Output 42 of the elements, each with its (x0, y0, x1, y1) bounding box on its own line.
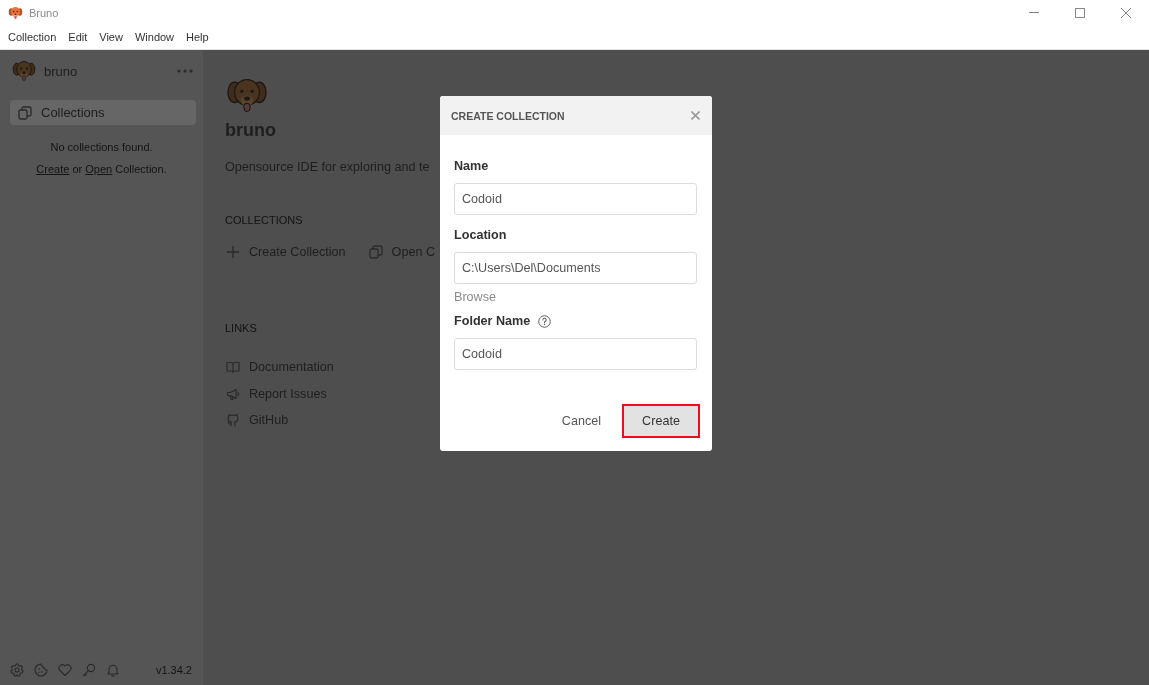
menu-item[interactable]: View (99, 31, 123, 43)
folders-icon (18, 105, 32, 120)
menu-item[interactable]: Window (134, 31, 175, 43)
heart-icon[interactable] (58, 663, 72, 677)
minimize-icon (1029, 12, 1039, 13)
dog-logo-icon (12, 60, 36, 82)
empty-message: No collections found. (49, 140, 154, 155)
field-label: Name (454, 159, 489, 173)
close-icon (691, 111, 700, 120)
empty-hint: Create or Open Collection. (35, 162, 168, 177)
more-icon[interactable] (177, 69, 193, 73)
dialog-title: CREATE COLLECTION (451, 109, 566, 122)
section-heading: COLLECTIONS (225, 213, 303, 227)
text-input-field[interactable]: Codoid (454, 338, 697, 370)
menu-item[interactable]: Help (186, 31, 209, 43)
cancel-button[interactable]: Cancel (561, 404, 601, 438)
help-icon[interactable] (538, 314, 552, 328)
settings-icon[interactable] (10, 663, 24, 677)
cookie-icon[interactable] (34, 663, 48, 677)
folders-icon (368, 245, 383, 259)
maximize-icon (1075, 7, 1085, 18)
github-icon (226, 413, 240, 427)
window-title: Bruno (29, 6, 59, 19)
text-input-field[interactable]: Codoid (454, 183, 697, 215)
book-icon (226, 360, 240, 374)
section-heading: LINKS (225, 321, 257, 335)
dog-logo-icon (8, 5, 23, 20)
browse-link[interactable]: Browse (454, 289, 496, 305)
text-input-field[interactable]: C:\Users\Del\Documents (454, 252, 697, 284)
close-button[interactable] (691, 111, 700, 120)
create-button[interactable]: Create (622, 404, 700, 438)
plus-icon (226, 245, 240, 259)
field-label: Folder Name (454, 314, 531, 328)
bell-icon[interactable] (106, 663, 120, 677)
menu-item[interactable]: Collection (8, 31, 57, 43)
menu-item[interactable]: Edit (68, 31, 88, 43)
megaphone-icon (226, 386, 240, 401)
dog-logo-icon (226, 78, 268, 113)
key-icon[interactable] (82, 663, 96, 677)
version-label: v1.34.2 (155, 664, 192, 676)
close-icon (1121, 7, 1131, 18)
field-label: Location (454, 228, 507, 242)
